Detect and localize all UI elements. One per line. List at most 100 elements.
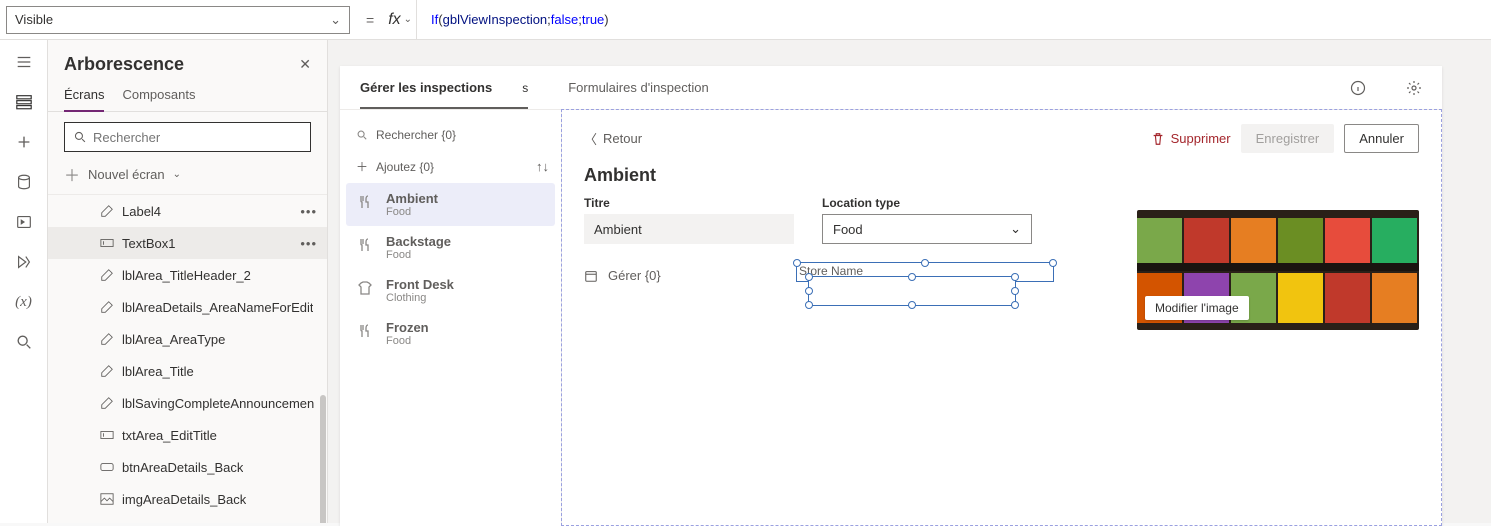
tree-search[interactable]: [64, 122, 311, 152]
resize-handle[interactable]: [1011, 301, 1019, 309]
search-icon[interactable]: [14, 332, 34, 352]
list-item-sub: Clothing: [386, 292, 454, 304]
tree-item[interactable]: lblAreaDetails_AreaNameForEdit: [48, 291, 327, 323]
insert-icon[interactable]: [14, 132, 34, 152]
resize-handle[interactable]: [805, 301, 813, 309]
resize-handle[interactable]: [805, 287, 813, 295]
resize-handle[interactable]: [921, 259, 929, 267]
tree-item-label: imgAreaDetails_Back: [122, 492, 246, 507]
app-preview: Gérer les inspections s Formulaires d'in…: [340, 66, 1442, 526]
chevron-left-icon: 〈: [584, 129, 597, 148]
media-icon[interactable]: [14, 212, 34, 232]
tree-item[interactable]: imgAreaDetails_Back: [48, 483, 327, 515]
title-input[interactable]: Ambient: [584, 214, 794, 244]
list-item[interactable]: BackstageFood: [346, 226, 555, 269]
tree-item-label: lblSavingCompleteAnnouncemen: [122, 396, 314, 411]
delete-label: Supprimer: [1171, 131, 1231, 146]
shirt-icon: [356, 279, 374, 297]
tree-item[interactable]: txtArea_EditTitle: [48, 419, 327, 451]
tab-manage-inspections[interactable]: Gérer les inspections s: [360, 68, 528, 109]
info-icon[interactable]: [1350, 80, 1366, 96]
search-icon: [73, 130, 87, 144]
sort-icon[interactable]: ↑↓: [536, 159, 549, 174]
list-item-title: Backstage: [386, 234, 451, 249]
utensils-icon: [356, 193, 374, 211]
list-search[interactable]: Rechercher {0}: [346, 120, 555, 150]
label-icon: [100, 204, 114, 218]
tab-components[interactable]: Composants: [122, 81, 195, 111]
new-screen-button[interactable]: ＋ Nouvel écran ⌄: [48, 158, 327, 194]
tree-item-label: lblArea_Title: [122, 364, 194, 379]
property-dropdown[interactable]: Visible ⌄: [6, 6, 350, 34]
scrollbar-thumb[interactable]: [320, 395, 326, 523]
title-input-value: Ambient: [594, 222, 642, 237]
list-add[interactable]: ＋ Ajoutez {0} ↑↓: [346, 150, 555, 183]
hamburger-icon[interactable]: [14, 52, 34, 72]
variables-icon[interactable]: (x): [14, 292, 34, 312]
textbox-icon: [100, 236, 114, 250]
save-button[interactable]: Enregistrer: [1241, 124, 1335, 153]
tab-sublabel: s: [522, 81, 528, 95]
tree-view-icon[interactable]: [14, 92, 34, 112]
tree-panel: Arborescence ✕ Écrans Composants ＋ Nouve…: [48, 40, 328, 523]
formula-token-fn: If: [431, 12, 438, 27]
list-add-label: Ajoutez {0}: [376, 160, 434, 174]
fx-icon: fx: [388, 11, 400, 29]
chevron-down-icon: ⌄: [1010, 221, 1021, 237]
delete-button[interactable]: Supprimer: [1151, 131, 1231, 146]
tree-item[interactable]: btnAreaDetails_Back: [48, 451, 327, 483]
tree-item-label: TextBox1: [122, 236, 175, 251]
trash-icon: [1151, 132, 1165, 146]
power-automate-icon[interactable]: [14, 252, 34, 272]
tree-item[interactable]: lblArea_Title: [48, 355, 327, 387]
search-icon: [356, 129, 368, 141]
formula-input[interactable]: If(gblViewInspection; false; true): [416, 0, 1491, 39]
list-item[interactable]: FrozenFood: [346, 312, 555, 355]
calendar-icon: [584, 269, 598, 283]
cancel-button[interactable]: Annuler: [1344, 124, 1419, 153]
list-item-title: Frozen: [386, 320, 429, 335]
gear-icon[interactable]: [1406, 80, 1422, 96]
tree-item[interactable]: TextBox1 •••: [48, 227, 327, 259]
tree-item[interactable]: lblArea_TitleHeader_2: [48, 259, 327, 291]
list-search-label: Rechercher {0}: [376, 128, 456, 142]
list-item[interactable]: Front DeskClothing: [346, 269, 555, 312]
data-icon[interactable]: [14, 172, 34, 192]
tree-search-input[interactable]: [93, 130, 302, 145]
location-type-select[interactable]: Food ⌄: [822, 214, 1032, 244]
tree-list: Label4 ••• TextBox1 ••• lblArea_TitleHea…: [48, 194, 327, 523]
list-item[interactable]: AmbientFood: [346, 183, 555, 226]
tree-tabs: Écrans Composants: [48, 81, 327, 112]
formula-token-id: gblViewInspection: [443, 12, 548, 27]
list-item-sub: Food: [386, 249, 451, 261]
manage-label: Gérer {0}: [608, 268, 661, 283]
resize-handle[interactable]: [1049, 259, 1057, 267]
tree-item[interactable]: lblArea_AreaType: [48, 323, 327, 355]
tree-item[interactable]: Label4 •••: [48, 195, 327, 227]
resize-handle[interactable]: [908, 301, 916, 309]
back-label: Retour: [603, 131, 642, 146]
detail-title: Ambient: [584, 165, 1419, 186]
fx-button[interactable]: fx ⌄: [384, 11, 416, 29]
close-icon[interactable]: ✕: [299, 56, 311, 73]
back-button[interactable]: 〈 Retour: [584, 129, 642, 148]
resize-handle[interactable]: [1011, 287, 1019, 295]
utensils-icon: [356, 322, 374, 340]
canvas[interactable]: Gérer les inspections s Formulaires d'in…: [328, 40, 1491, 523]
list-item-title: Front Desk: [386, 277, 454, 292]
label-icon: [100, 332, 114, 346]
new-screen-label: Nouvel écran: [88, 167, 165, 182]
tab-inspection-forms[interactable]: Formulaires d'inspection: [568, 80, 709, 95]
tree-item[interactable]: lblSavingCompleteAnnouncemen: [48, 387, 327, 419]
modify-image-button[interactable]: Modifier l'image: [1145, 296, 1249, 320]
more-icon[interactable]: •••: [300, 236, 317, 251]
tab-screens[interactable]: Écrans: [64, 81, 104, 112]
resize-handle[interactable]: [793, 259, 801, 267]
resize-handle[interactable]: [805, 273, 813, 281]
selection-outline[interactable]: [808, 276, 1016, 306]
more-icon[interactable]: •••: [300, 204, 317, 219]
detail-panel: 〈 Retour Supprimer Enregistrer Annuler A…: [561, 109, 1442, 526]
list-item-sub: Food: [386, 335, 429, 347]
resize-handle[interactable]: [908, 273, 916, 281]
resize-handle[interactable]: [1011, 273, 1019, 281]
